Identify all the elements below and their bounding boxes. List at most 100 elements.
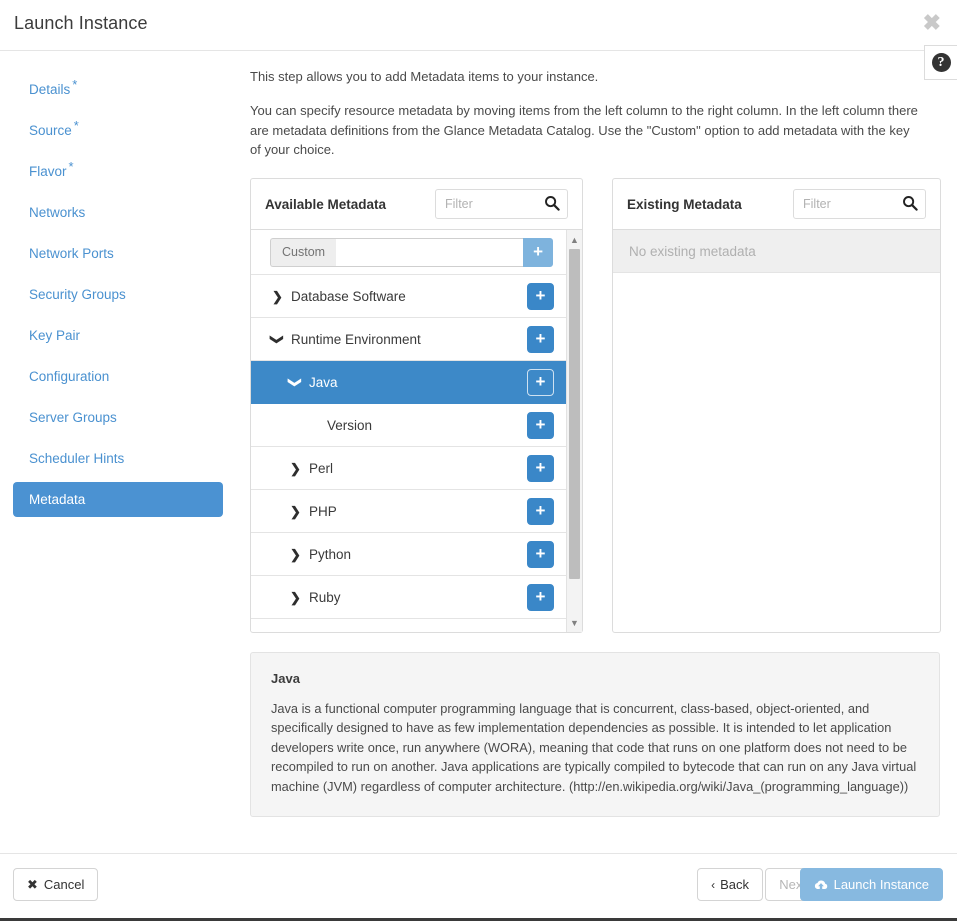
scrollbar-thumb[interactable]	[569, 249, 580, 579]
tree-row-label: Database Software	[291, 288, 406, 304]
cancel-button[interactable]: ✖ Cancel	[13, 868, 99, 901]
add-metadata-item-button[interactable]: +	[527, 497, 554, 525]
add-metadata-item-button[interactable]: +	[527, 325, 554, 353]
sidebar-item-network-ports[interactable]: Network Ports	[13, 236, 223, 271]
cancel-button-label: Cancel	[43, 877, 85, 892]
sidebar-item-label: Metadata	[29, 492, 86, 507]
available-panel-title: Available Metadata	[265, 196, 387, 212]
chevron-down-icon[interactable]: ❯	[288, 376, 303, 389]
sidebar-item-label: Security Groups	[29, 287, 126, 302]
sidebar-item-label: Networks	[29, 205, 86, 220]
custom-metadata-row: Custom +	[251, 230, 568, 275]
chevron-right-icon[interactable]: ❯	[271, 290, 284, 303]
tree-row-content: ❯Version	[251, 418, 527, 433]
chevron-down-icon[interactable]: ❯	[270, 333, 285, 346]
launch-instance-button[interactable]: Launch Instance	[799, 868, 943, 901]
launch-instance-dialog: Launch Instance ✖ ? Details * Source * Flavo…	[0, 0, 957, 921]
available-filter-input[interactable]	[435, 189, 568, 219]
chevron-right-icon[interactable]: ❯	[289, 462, 302, 475]
sidebar-item-details[interactable]: Details *	[13, 72, 223, 107]
sidebar-item-networks[interactable]: Networks	[13, 195, 223, 230]
tree-row-content: ❯ Ruby	[251, 590, 527, 605]
existing-filter-wrap	[793, 189, 926, 219]
tree-row-content: ❯ Perl	[251, 461, 527, 476]
custom-metadata-input[interactable]	[336, 237, 524, 267]
add-metadata-item-button[interactable]: +	[527, 368, 554, 396]
sidebar-item-label: Flavor	[29, 164, 67, 179]
sidebar-item-scheduler-hints[interactable]: Scheduler Hints	[13, 441, 223, 476]
intro-text-primary: This step allows you to add Metadata ite…	[250, 69, 599, 84]
dialog-footer: ✖ Cancel ‹ Back Next › Launch Instance	[0, 853, 957, 915]
vertical-scrollbar[interactable]: ▲ ▼	[566, 230, 582, 632]
chevron-right-icon[interactable]: ❯	[289, 548, 302, 561]
cloud-upload-icon	[814, 879, 828, 891]
step-content: This step allows you to add Metadata ite…	[236, 51, 957, 856]
required-marker: *	[72, 76, 78, 92]
wizard-step-nav: Details * Source * Flavor * Networks Network Po…	[0, 51, 236, 856]
description-title: Java	[271, 671, 300, 686]
tree-row-content: ❯ Java	[251, 375, 527, 390]
add-metadata-item-button[interactable]: +	[527, 454, 554, 482]
page-title: Launch Instance	[14, 13, 148, 33]
required-marker: *	[68, 158, 74, 174]
sidebar-item-configuration[interactable]: Configuration	[13, 359, 223, 394]
dialog-header: Launch Instance ✖	[0, 0, 957, 51]
add-metadata-item-button[interactable]: +	[527, 540, 554, 568]
available-metadata-panel: Available Metadata Custom + ❯ Database Soft…	[250, 178, 583, 633]
custom-tag-label: Custom	[270, 237, 337, 267]
metadata-tree-row[interactable]: ❯ Runtime Environment +	[251, 318, 568, 361]
add-metadata-item-button[interactable]: +	[527, 411, 554, 439]
launch-button-label: Launch Instance	[833, 877, 929, 892]
metadata-tree-row[interactable]: ❯ Java +	[251, 361, 568, 404]
sidebar-item-label: Server Groups	[29, 410, 117, 425]
metadata-tree-row-partial[interactable]	[251, 619, 568, 631]
tree-row-label: Runtime Environment	[291, 331, 421, 347]
scroll-up-icon[interactable]: ▲	[567, 232, 582, 247]
chevron-right-icon[interactable]: ❯	[289, 505, 302, 518]
back-button-label: Back	[720, 877, 749, 892]
sidebar-item-source[interactable]: Source *	[13, 113, 223, 148]
sidebar-item-flavor[interactable]: Flavor *	[13, 154, 223, 189]
cross-icon: ✖	[27, 876, 38, 892]
sidebar-item-server-groups[interactable]: Server Groups	[13, 400, 223, 435]
available-metadata-scroll-area: Custom + ❯ Database Software + ❯ Runtime Envir…	[251, 230, 582, 632]
back-button[interactable]: ‹ Back	[697, 868, 763, 901]
tree-row-content: ❯ Runtime Environment	[251, 332, 527, 347]
sidebar-item-label: Network Ports	[29, 246, 114, 261]
available-filter-wrap	[435, 189, 568, 219]
question-mark-icon: ?	[931, 53, 951, 72]
help-button[interactable]: ?	[924, 45, 957, 80]
available-panel-header: Available Metadata	[251, 179, 582, 230]
metadata-tree-row[interactable]: ❯Version+	[251, 404, 568, 447]
metadata-transfer-panels: Available Metadata Custom + ❯ Database Soft…	[250, 178, 941, 633]
chevron-left-icon: ‹	[711, 877, 716, 892]
metadata-tree-row[interactable]: ❯ Python +	[251, 533, 568, 576]
intro-text-secondary: You can specify resource metadata by mov…	[250, 102, 918, 158]
add-custom-metadata-button[interactable]: +	[523, 237, 554, 267]
sidebar-item-security-groups[interactable]: Security Groups	[13, 277, 223, 312]
add-metadata-item-button[interactable]: +	[527, 583, 554, 611]
tree-row-label: Version	[327, 417, 373, 433]
sidebar-item-key-pair[interactable]: Key Pair	[13, 318, 223, 353]
metadata-tree-row[interactable]: ❯ Database Software +	[251, 275, 568, 318]
tree-row-label: PHP	[309, 503, 337, 519]
chevron-right-icon[interactable]: ❯	[289, 591, 302, 604]
existing-panel-header: Existing Metadata	[613, 179, 940, 230]
sidebar-item-label: Scheduler Hints	[29, 451, 125, 466]
sidebar-item-metadata[interactable]: Metadata	[13, 482, 223, 517]
metadata-tree-row[interactable]: ❯ PHP +	[251, 490, 568, 533]
existing-metadata-panel: Existing Metadata No existing metadata	[612, 178, 941, 633]
sidebar-item-label: Source	[29, 123, 72, 138]
metadata-tree-row[interactable]: ❯ Ruby +	[251, 576, 568, 619]
tree-row-content: ❯ PHP	[251, 504, 527, 519]
item-description-panel: Java Java is a functional computer progr…	[250, 652, 940, 818]
existing-filter-input[interactable]	[793, 189, 926, 219]
add-metadata-item-button[interactable]: +	[527, 282, 554, 310]
scroll-down-icon[interactable]: ▼	[567, 615, 582, 630]
available-metadata-tree: Custom + ❯ Database Software + ❯ Runtime Envir…	[251, 230, 568, 631]
sidebar-item-label: Details	[29, 82, 71, 97]
sidebar-item-label: Configuration	[29, 369, 110, 384]
close-icon[interactable]: ✖	[923, 12, 941, 34]
required-marker: *	[73, 117, 79, 133]
metadata-tree-row[interactable]: ❯ Perl +	[251, 447, 568, 490]
